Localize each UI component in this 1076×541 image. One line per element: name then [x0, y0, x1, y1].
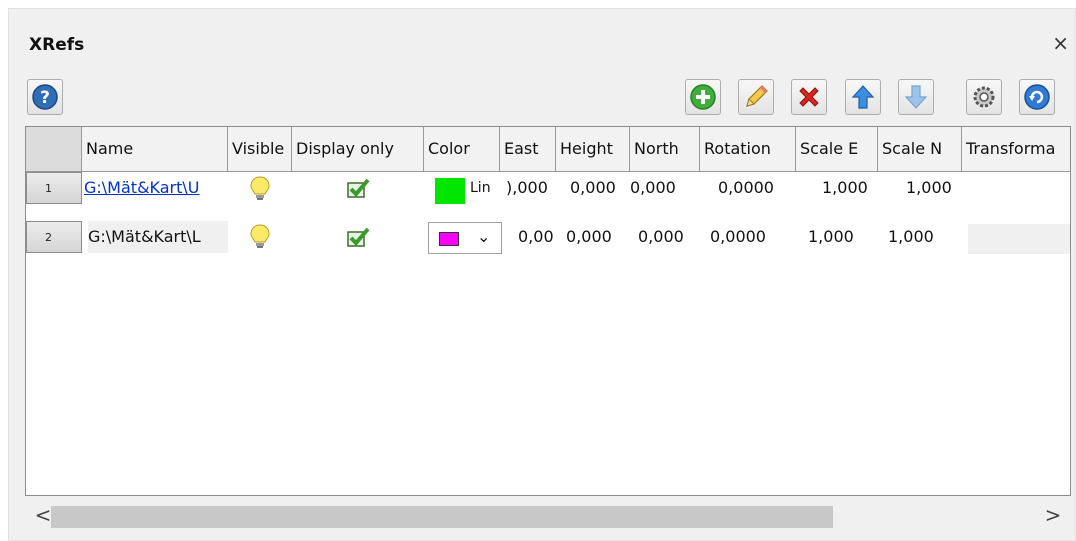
rotation-value[interactable]: 0,0000	[718, 178, 794, 197]
grid-corner[interactable]	[26, 127, 82, 171]
display-only-checkbox[interactable]	[344, 225, 372, 251]
scale-e-value[interactable]: 1,000	[822, 178, 876, 197]
column-header-scale-e[interactable]: Scale E	[796, 127, 878, 171]
close-icon[interactable]: ×	[1052, 31, 1069, 55]
svg-text:?: ?	[40, 88, 50, 108]
scrollbar-thumb[interactable]	[51, 506, 833, 528]
color-swatch	[439, 232, 459, 246]
north-value[interactable]: 0,000	[630, 178, 696, 197]
move-down-button[interactable]	[898, 79, 934, 115]
color-mode-label: Lin	[470, 180, 491, 196]
panel-titlebar: XRefs ×	[9, 9, 1075, 73]
xref-name-field[interactable]: G:\Mät&Kart\L	[88, 221, 228, 253]
column-header-north[interactable]: North	[630, 127, 700, 171]
height-value[interactable]: 0,000	[570, 178, 626, 197]
column-header-height[interactable]: Height	[556, 127, 630, 171]
horizontal-scrollbar[interactable]: < >	[25, 499, 1071, 531]
column-header-rotation[interactable]: Rotation	[700, 127, 796, 171]
move-down-icon	[904, 85, 928, 109]
xrefs-grid: Name Visible Display only Color East Hei…	[25, 126, 1071, 496]
color-swatch[interactable]	[435, 178, 465, 204]
color-dropdown[interactable]: ⌄	[428, 222, 502, 254]
grid-header: Name Visible Display only Color East Hei…	[26, 127, 1070, 172]
refresh-button[interactable]	[1019, 79, 1055, 115]
column-header-visible[interactable]: Visible	[228, 127, 292, 171]
settings-icon	[973, 86, 995, 108]
toolbar: ?	[9, 73, 1075, 125]
rotation-value[interactable]: 0,0000	[710, 227, 786, 246]
row-header[interactable]: 1	[26, 172, 82, 204]
edit-button[interactable]	[738, 79, 774, 115]
refresh-icon	[1024, 84, 1050, 110]
east-value[interactable]: 0,00	[518, 227, 558, 246]
move-up-button[interactable]	[845, 79, 881, 115]
column-header-color[interactable]: Color	[424, 127, 500, 171]
display-only-checkbox[interactable]	[344, 176, 372, 202]
chevron-down-icon: ⌄	[477, 227, 491, 246]
height-value[interactable]: 0,000	[566, 227, 622, 246]
visible-bulb-icon[interactable]	[246, 175, 274, 203]
north-value[interactable]: 0,000	[638, 227, 698, 246]
xref-name-link[interactable]: G:\Mät&Kart\U	[84, 178, 228, 197]
scroll-right-arrow[interactable]: >	[1035, 499, 1071, 531]
column-header-name[interactable]: Name	[82, 127, 228, 171]
edit-pencil-icon	[746, 85, 768, 107]
add-button[interactable]	[685, 79, 721, 115]
column-header-transformation[interactable]: Transforma	[962, 127, 1070, 171]
settings-button[interactable]	[966, 79, 1002, 115]
xrefs-panel: XRefs × ? Name Visible Display only Colo…	[8, 8, 1076, 541]
column-header-east[interactable]: East	[500, 127, 556, 171]
help-button[interactable]: ?	[27, 79, 63, 115]
column-header-scale-n[interactable]: Scale N	[878, 127, 962, 171]
visible-bulb-icon[interactable]	[246, 223, 274, 251]
add-icon	[690, 84, 716, 110]
help-icon: ?	[32, 84, 58, 110]
column-header-display-only[interactable]: Display only	[292, 127, 424, 171]
panel-title: XRefs	[29, 35, 85, 55]
scale-n-value[interactable]: 1,000	[888, 227, 942, 246]
scale-n-value[interactable]: 1,000	[906, 178, 960, 197]
delete-icon	[799, 87, 819, 107]
east-value[interactable]: ),000	[506, 178, 554, 197]
scale-e-value[interactable]: 1,000	[808, 227, 862, 246]
delete-button[interactable]	[791, 79, 827, 115]
move-up-icon	[851, 85, 875, 109]
transformation-field[interactable]	[968, 224, 1070, 254]
row-header[interactable]: 2	[26, 221, 82, 253]
